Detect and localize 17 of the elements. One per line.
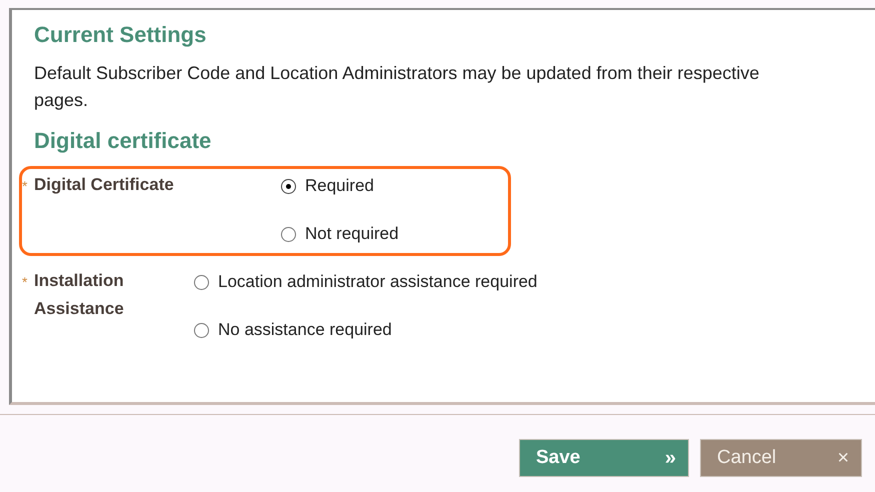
- radio-button[interactable]: [194, 274, 209, 290]
- option-label: Not required: [305, 223, 399, 245]
- option-label: Required: [305, 175, 374, 197]
- section-heading: Digital certificate: [34, 128, 212, 154]
- field-label: Installation Assistance: [34, 270, 125, 320]
- option-label: Location administrator assistance required: [218, 271, 538, 293]
- cancel-button[interactable]: Cancel ×: [700, 439, 862, 477]
- radio-button[interactable]: [281, 226, 296, 242]
- field-label: Digital Certificate: [34, 174, 175, 196]
- description-text: Default Subscriber Code and Location Administrators may be updated from their respective pages.: [34, 62, 760, 112]
- required-mark: *: [22, 274, 28, 290]
- save-button[interactable]: Save »: [519, 439, 689, 477]
- radio-button[interactable]: [281, 178, 296, 194]
- section-heading: Current Settings: [34, 22, 208, 48]
- required-mark: *: [22, 178, 28, 194]
- option-label: No assistance required: [218, 319, 392, 341]
- radio-button[interactable]: [194, 322, 209, 338]
